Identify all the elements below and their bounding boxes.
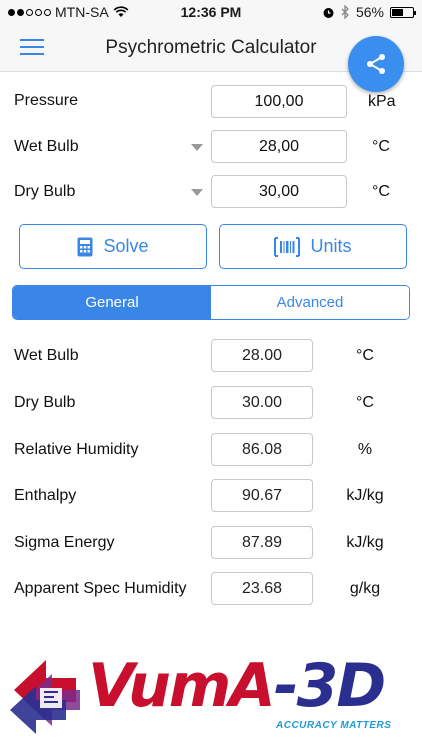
logo-wordmark: VumA-3D	[88, 651, 386, 721]
share-icon	[367, 54, 385, 74]
logo-tagline: ACCURACY MATTERS	[276, 720, 392, 731]
result-label: Wet Bulb	[14, 347, 79, 364]
units-label: Units	[310, 236, 352, 256]
wet-bulb-input-label: Wet Bulb	[14, 138, 79, 155]
result-unit: %	[357, 441, 373, 458]
vuma-logo: VumA-3D ACCURACY MATTERS	[6, 648, 416, 744]
units-button[interactable]: Units	[219, 224, 407, 269]
result-value: 90.67	[211, 479, 313, 512]
dry-bulb-input-unit: °C	[372, 183, 390, 200]
result-unit: °C	[356, 394, 374, 411]
result-unit: kJ/kg	[346, 534, 384, 551]
solve-button[interactable]: Solve	[19, 224, 207, 269]
result-label: Relative Humidity	[14, 441, 139, 458]
dry-bulb-input-label: Dry Bulb	[14, 183, 76, 200]
dry-bulb-input[interactable]: 30,00	[211, 175, 347, 208]
result-tabs: General Advanced	[12, 285, 410, 320]
logo-brand-b: -3D	[273, 651, 386, 721]
result-label: Apparent Spec Humidity	[14, 580, 187, 597]
solve-label: Solve	[103, 236, 149, 256]
tab-advanced[interactable]: Advanced	[211, 286, 409, 319]
status-right: 56%	[322, 4, 416, 20]
result-label: Dry Bulb	[14, 394, 76, 411]
calculator-icon	[77, 237, 93, 256]
pressure-unit: kPa	[368, 93, 396, 110]
result-unit: g/kg	[349, 580, 381, 597]
result-value: 87.89	[211, 526, 313, 559]
result-value: 30.00	[211, 386, 313, 419]
battery-level	[392, 8, 404, 16]
result-unit: °C	[356, 347, 374, 364]
tab-general[interactable]: General	[13, 286, 211, 319]
pressure-input[interactable]: 100,00	[211, 85, 347, 118]
wet-bulb-input-unit: °C	[372, 138, 390, 155]
status-bar: MTN-SA 12:36 PM 56%	[0, 0, 422, 24]
battery-icon	[390, 6, 416, 18]
share-button[interactable]	[348, 36, 404, 92]
result-value: 86.08	[211, 433, 313, 466]
dry-bulb-dropdown-icon[interactable]	[191, 189, 203, 196]
wet-bulb-dropdown-icon[interactable]	[191, 144, 203, 151]
result-label: Enthalpy	[14, 487, 77, 504]
result-value: 28.00	[211, 339, 313, 372]
barcode-icon	[274, 236, 301, 257]
battery-percent: 56%	[355, 4, 384, 20]
result-unit: kJ/kg	[346, 487, 384, 504]
wet-bulb-input[interactable]: 28,00	[211, 130, 347, 163]
pressure-label: Pressure	[14, 92, 79, 109]
result-value: 23.68	[211, 572, 313, 605]
logo-brand-a: VumA	[88, 651, 276, 721]
bluetooth-icon	[341, 5, 349, 19]
logo-emblem-icon	[10, 660, 80, 734]
alarm-icon	[323, 7, 334, 18]
result-label: Sigma Energy	[14, 534, 115, 551]
